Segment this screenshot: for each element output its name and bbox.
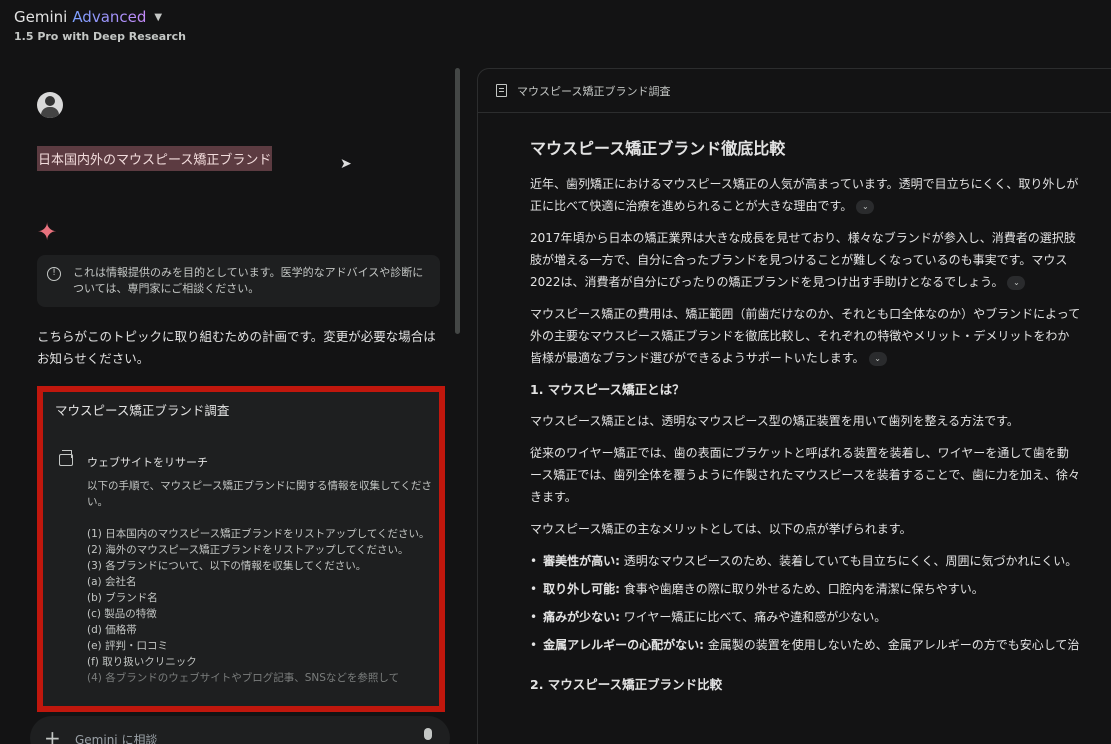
- paragraph: 2017年頃から日本の矯正業界は大きな成長を見せており、様々なブランドが参入し、…: [530, 227, 1111, 293]
- paragraph: マウスピース矯正とは、透明なマウスピース型の矯正装置を用いて歯列を整える方法です…: [530, 414, 1019, 428]
- paragraph-line: 2017年頃から日本の矯正業界は大きな成長を見せており、様々なブランドが参入し、…: [530, 231, 1076, 245]
- browse-icon: [59, 450, 73, 466]
- section-heading: 2. マウスピース矯正ブランド比較: [530, 677, 723, 692]
- list-item: 痛みが少ない: ワイヤー矯正に比べて、痛みや違和感が少ない。: [530, 606, 1111, 628]
- chevron-down-icon[interactable]: ⌄: [868, 351, 887, 366]
- list-item: 審美性が高い: 透明なマウスピースのため、装着していても目立ちにくく、周囲に気づ…: [530, 550, 1111, 572]
- paragraph: マウスピース矯正の主なメリットとしては、以下の点が挙げられます。: [530, 522, 912, 536]
- chevron-down-icon[interactable]: ⌄: [856, 199, 875, 214]
- microphone-icon[interactable]: [424, 728, 432, 740]
- document-icon: [496, 84, 507, 97]
- paragraph-line: 肢が増える一方で、自分に合ったブランドを見つけることが難しくなっているのも事実で…: [530, 253, 1068, 267]
- research-plan-card[interactable]: マウスピース矯正ブランド調査 ウェブサイトをリサーチ 以下の手順で、マウスピース…: [37, 386, 445, 712]
- app-header: Gemini Advanced ▼ 1.5 Pro with Deep Rese…: [14, 8, 186, 43]
- prompt-placeholder: Gemini に相談: [75, 733, 158, 744]
- list-item: (f) 取り扱いクリニック: [87, 656, 197, 668]
- paragraph-line: 正に比べて快適に治療を進められることが大きな理由です。: [530, 199, 853, 213]
- list-item: (2) 海外のマウスピース矯正ブランドをリストアップしてください。: [87, 544, 409, 556]
- document-body: マウスピース矯正ブランド徹底比較 近年、歯列矯正におけるマウスピース矯正の人気が…: [530, 135, 1111, 705]
- gemini-sparkle-icon: ✦: [37, 218, 58, 246]
- paragraph-line: ース矯正では、歯列全体を覆うように作製されたマウスピースを装着することで、歯に力…: [530, 468, 1080, 482]
- list-item: (a) 会社名: [87, 576, 137, 588]
- plan-intro: こちらがこのトピックに取り組むための計画です。変更が必要な場合はお知らせください…: [37, 329, 436, 366]
- paragraph-line: 2022は、消費者が自分にぴったりの矯正ブランドを見つけ出す手助けとなるでしょう…: [530, 275, 1004, 289]
- paragraph-line: 外の主要なマウスピース矯正ブランドを徹底比較し、それぞれの特徴やメリット・デメリ…: [530, 329, 1070, 343]
- chat-scrollbar[interactable]: [455, 68, 460, 334]
- user-query: 日本国内外のマウスピース矯正ブランド: [37, 146, 273, 171]
- model-label: 1.5 Pro with Deep Research: [14, 30, 186, 43]
- info-icon: !: [47, 267, 61, 281]
- document-panel: マウスピース矯正ブランド調査 マウスピース矯正ブランド徹底比較 近年、歯列矯正に…: [477, 68, 1111, 744]
- disclaimer-text: これは情報提供のみを目的としています。医学的なアドバイスや診断については、専門家…: [73, 266, 424, 295]
- chevron-down-icon[interactable]: ⌄: [1007, 275, 1026, 290]
- plan-title: マウスピース矯正ブランド調査: [55, 403, 230, 418]
- paragraph: 従来のワイヤー矯正では、歯の表面にブラケットと呼ばれる装置を装着し、ワイヤーを通…: [530, 442, 1111, 508]
- document-header: マウスピース矯正ブランド調査: [478, 69, 1111, 113]
- step-intro: 以下の手順で、マウスピース矯正ブランドに関する情報を収集してください。: [87, 480, 432, 508]
- model-switcher[interactable]: Gemini Advanced ▼: [14, 8, 186, 26]
- chevron-down-icon[interactable]: ▼: [154, 12, 162, 23]
- benefit-list: 審美性が高い: 透明なマウスピースのため、装着していても目立ちにくく、周囲に気づ…: [530, 550, 1111, 656]
- chat-panel: 日本国内外のマウスピース矯正ブランド ➤ ✦ ! これは情報提供のみを目的として…: [0, 60, 470, 744]
- paragraph-line: 皆様が最適なブランド選びができるようサポートいたします。: [530, 351, 865, 365]
- step-body: 以下の手順で、マウスピース矯正ブランドに関する情報を収集してください。 (1) …: [87, 478, 432, 686]
- list-item: 取り外し可能: 食事や歯磨きの際に取り外せるため、口腔内を清潔に保ちやすい。: [530, 578, 1111, 600]
- paragraph: 近年、歯列矯正におけるマウスピース矯正の人気が高まっています。透明で目立ちにくく…: [530, 173, 1111, 217]
- document-header-title: マウスピース矯正ブランド調査: [517, 84, 671, 98]
- prompt-input[interactable]: + Gemini に相談: [30, 716, 450, 744]
- list-item: (d) 価格帯: [87, 624, 137, 636]
- add-icon[interactable]: +: [44, 726, 61, 744]
- section-heading: 1. マウスピース矯正とは？: [530, 382, 685, 397]
- step-label: ウェブサイトをリサーチ: [87, 456, 208, 469]
- paragraph: マウスピース矯正の費用は、矯正範囲（前歯だけなのか、それとも口全体なのか）やブラ…: [530, 303, 1111, 369]
- mouse-cursor-icon: ➤: [340, 156, 352, 172]
- paragraph-line: 近年、歯列矯正におけるマウスピース矯正の人気が高まっています。透明で目立ちにくく…: [530, 177, 1079, 191]
- list-item: (3) 各ブランドについて、以下の情報を収集してください。: [87, 560, 367, 572]
- paragraph-line: 従来のワイヤー矯正では、歯の表面にブラケットと呼ばれる装置を装着し、ワイヤーを通…: [530, 446, 1069, 460]
- document-title: マウスピース矯正ブランド徹底比較: [530, 139, 786, 158]
- brand-tier: Advanced: [72, 8, 147, 26]
- paragraph-line: マウスピース矯正の費用は、矯正範囲（前歯だけなのか、それとも口全体なのか）やブラ…: [530, 307, 1081, 321]
- list-item: 金属アレルギーの心配がない: 金属製の装置を使用しないため、金属アレルギーの方で…: [530, 634, 1111, 656]
- list-item: (4) 各ブランドのウェブサイトやブログ記事、SNSなどを参照して: [87, 672, 400, 684]
- list-item: (1) 日本国内のマウスピース矯正ブランドをリストアップしてください。: [87, 528, 430, 540]
- list-item: (b) ブランド名: [87, 592, 158, 604]
- avatar: [37, 92, 63, 118]
- disclaimer-notice: ! これは情報提供のみを目的としています。医学的なアドバイスや診断については、専…: [37, 255, 440, 307]
- list-item: (c) 製品の特徴: [87, 608, 157, 620]
- list-item: (e) 評判・口コミ: [87, 640, 168, 652]
- brand-name: Gemini: [14, 8, 68, 26]
- paragraph-line: きます。: [530, 490, 577, 504]
